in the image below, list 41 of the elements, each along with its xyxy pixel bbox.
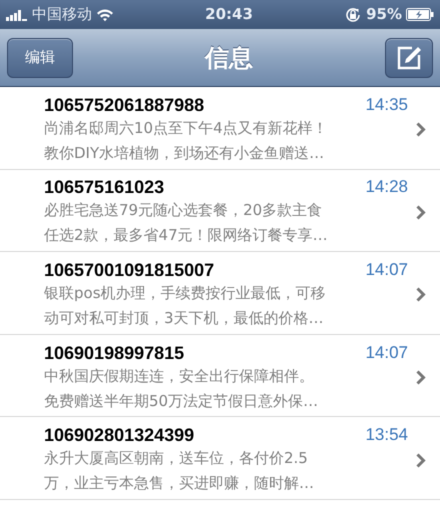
preview-line: 教你DIY水培植物，到场还有小金鱼赠送… <box>44 142 324 164</box>
message-row[interactable]: 10657001091815007 14:07 银联pos机办理，手续费按行业最低，可移 动可对私可封顶，3天下机，最低的价格… <box>0 252 440 335</box>
sender-number: 1065752061887988 <box>44 94 204 116</box>
preview-line: 尚浦名邸周六10点至下午4点又有新花样！ <box>44 118 328 139</box>
preview-line: 中秋国庆假期连连，安全出行保障相伴。 <box>44 366 314 387</box>
sender-number: 10657001091815007 <box>44 258 214 281</box>
signal-icon <box>6 8 28 20</box>
battery-percent: 95% <box>366 4 402 26</box>
message-row[interactable]: 1065752061887988 14:35 尚浦名邸周六10点至下午4点又有新花样！ 教你DIY水培植物，到场还有小金鱼赠送… <box>0 87 440 170</box>
preview-line: 万，业主亏本急售，买进即赚，随时解… <box>44 473 314 494</box>
preview-line: 永升大厦高区朝南，送车位，各付价2.5 <box>44 448 308 470</box>
sender-number: 10690198997815 <box>44 342 184 364</box>
message-row[interactable]: 106902801324399 13:54 永升大厦高区朝南，送车位，各付价2.5 万，业主亏本急售，买进即赚，随时解… <box>0 417 440 500</box>
wifi-icon <box>96 8 114 22</box>
chevron-icon <box>416 452 426 468</box>
compose-icon <box>396 44 422 70</box>
preview-line: 银联pos机办理，手续费按行业最低，可移 <box>44 282 326 304</box>
message-time: 14:28 <box>365 176 408 198</box>
message-time: 14:07 <box>365 258 408 281</box>
message-row[interactable]: 10690198997815 14:07 中秋国庆假期连连，安全出行保障相伴。 免费赠送半年期50万法定节假日意外保… <box>0 334 440 418</box>
preview-line: 免费赠送半年期50万法定节假日意外保… <box>44 390 318 412</box>
preview-line: 动可对私可封顶，3天下机，最低的价格… <box>44 308 324 329</box>
message-time: 13:54 <box>365 424 408 446</box>
screen-title: 信息 <box>205 42 253 74</box>
battery-icon <box>406 8 434 21</box>
carrier-name: 中国移动 <box>32 4 92 26</box>
sender-number: 106902801324399 <box>44 424 194 446</box>
status-time: 20:43 <box>204 4 254 26</box>
message-time: 14:07 <box>365 342 408 364</box>
sender-number: 106575161023 <box>44 176 164 198</box>
chevron-icon <box>416 370 426 386</box>
preview-line: 必胜宅急送79元随心选套餐，20多款主食 <box>44 200 322 222</box>
preview-line: 任选2款，最多省47元！限网络订餐专享… <box>44 225 328 246</box>
chevron-icon <box>416 287 426 302</box>
message-time: 14:35 <box>365 94 408 116</box>
edit-button[interactable]: 编辑 <box>7 38 73 78</box>
message-row[interactable]: 106575161023 14:28 必胜宅急送79元随心选套餐，20多款主食 任选2款，最多省47元！限网络订餐专享… <box>0 170 440 252</box>
compose-button[interactable] <box>385 38 433 78</box>
chevron-icon <box>416 122 426 138</box>
chevron-icon <box>416 204 426 220</box>
rotation-lock-icon <box>344 6 362 24</box>
